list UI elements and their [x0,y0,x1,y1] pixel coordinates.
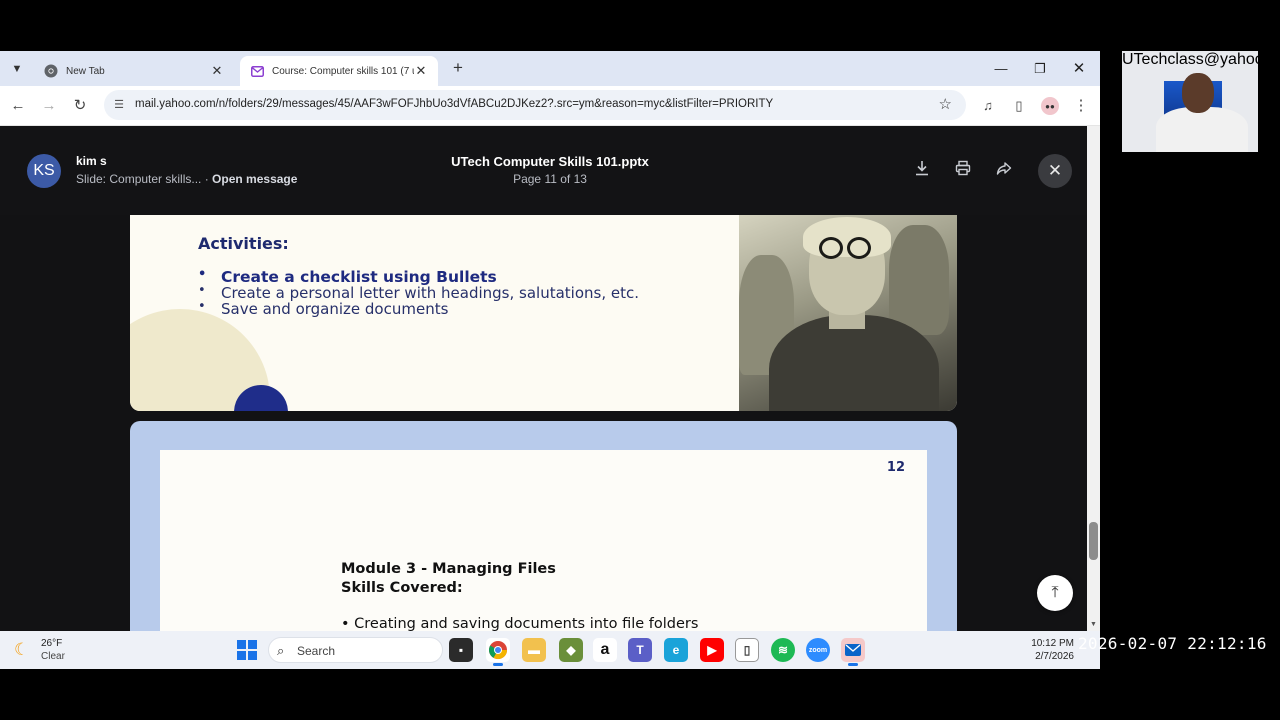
print-icon[interactable] [952,160,974,182]
slide-12-content: 12 Module 3 - Managing Files Skills Cove… [160,450,927,631]
clock-time[interactable]: 10:12 PM [1018,638,1074,649]
reload-icon[interactable]: ↻ [69,95,91,117]
tab-close-icon[interactable]: ✕ [414,63,428,79]
page-indicator: Page 11 of 13 [513,172,587,186]
restore-icon[interactable]: ❐ [1029,58,1051,80]
youtube-icon[interactable]: ▶ [700,638,724,662]
moon-weather-icon[interactable]: ☾ [14,640,34,660]
recording-timestamp: 2026-02-07 22:12:16 [1078,634,1267,653]
window-close-icon[interactable]: ✕ [1068,58,1090,80]
list-item: Create a personal letter with headings, … [198,283,678,301]
tab-close-icon[interactable]: ✕ [210,63,224,79]
scroll-to-top-button[interactable]: ⤒ [1037,575,1073,611]
document-app-icon[interactable]: ▯ [735,638,759,662]
task-view-icon[interactable]: ▪ [449,638,473,662]
weather-temperature[interactable]: 26°F [41,638,62,649]
search-icon: ⌕ [277,643,285,658]
browser-window: ▼ New Tab ✕ Course: Computer skills 101 … [0,51,1100,631]
screen: ▼ New Tab ✕ Course: Computer skills 101 … [0,0,1280,720]
sender-name: kim s [76,154,107,168]
taskbar-search[interactable]: ⌕ Search [268,637,443,663]
scroll-down-arrow-icon[interactable]: ▼ [1088,620,1099,630]
slide-photo-woman-with-glasses [739,215,957,411]
list-item: Create a checklist using Bullets [198,267,678,285]
weather-condition[interactable]: Clear [41,651,65,662]
close-viewer-button[interactable]: ✕ [1038,154,1072,188]
side-panel-icon[interactable]: ▯ [1008,95,1030,117]
tab-new-tab[interactable]: New Tab ✕ [34,56,234,86]
start-button[interactable] [237,640,257,660]
store-app-icon[interactable]: ◆ [559,638,583,662]
chrome-taskbar-icon[interactable] [486,638,510,666]
bookmark-star-icon[interactable]: ☆ [939,95,952,113]
spotify-icon[interactable]: ≋ [771,638,795,662]
tab-title: Course: Computer skills 101 (7 unr [272,65,414,77]
tab-course-mail[interactable]: Course: Computer skills 101 (7 unr ✕ [240,56,438,86]
mail-icon [250,64,264,78]
tab-title: New Tab [66,65,105,77]
attachment-subline: Slide: Computer skills... · Open message [76,172,297,186]
tab-search-dropdown-icon[interactable]: ▼ [6,58,28,80]
profile-avatar-icon[interactable]: ●● [1041,97,1059,115]
forward-arrow-icon[interactable]: → [38,95,60,117]
address-toolbar: ← → ↻ ☰ mail.yahoo.com/n/folders/29/mess… [0,86,1100,126]
site-settings-icon[interactable]: ☰ [112,98,126,112]
sender-avatar: KS [27,154,61,188]
scrollbar-thumb[interactable] [1089,522,1098,560]
windows-taskbar: ☾ 26°F Clear ⌕ Search ▪ ▬ ◆ a T e ▶ ▯ ≋ … [0,631,1100,669]
outlook-icon[interactable] [841,638,865,666]
open-message-link[interactable]: Open message [212,172,297,186]
clock-date[interactable]: 2/7/2026 [1018,651,1074,662]
forward-share-icon[interactable] [993,160,1015,182]
attachment-viewer: Activities: Create a checklist using Bul… [0,126,1100,631]
webcam-label: UTechclass@yahoo.com [1122,51,1280,68]
module-title: Module 3 - Managing Files Skills Covered… [341,560,556,598]
chrome-icon [44,64,58,78]
slide-12: 12 Module 3 - Managing Files Skills Cove… [130,421,957,631]
url-text: mail.yahoo.com/n/folders/29/messages/45/… [135,98,774,110]
file-explorer-icon[interactable]: ▬ [522,638,546,662]
viewer-header: KS kim s Slide: Computer skills... · Ope… [0,126,1087,215]
address-bar[interactable]: ☰ mail.yahoo.com/n/folders/29/messages/4… [104,90,966,120]
attachment-name: Slide: Computer skills... · [76,172,213,186]
download-icon[interactable] [911,160,933,182]
back-arrow-icon[interactable]: ← [7,95,29,117]
slide-heading: Activities: [198,234,289,253]
media-controls-icon[interactable]: ♫ [977,95,999,117]
tab-bar: ▼ New Tab ✕ Course: Computer skills 101 … [0,51,1100,86]
module-skill-item: • Creating and saving documents into fil… [341,616,699,631]
more-menu-icon[interactable]: ⋮ [1070,95,1092,117]
amazon-icon[interactable]: a [593,638,617,662]
new-tab-button[interactable]: + [448,58,468,78]
document-title: UTech Computer Skills 101.pptx [451,154,649,169]
list-item: Save and organize documents [198,299,678,317]
teams-icon[interactable]: T [628,638,652,662]
module-title-line: Module 3 - Managing Files [341,561,556,577]
slide-11: Activities: Create a checklist using Bul… [130,215,957,411]
activity-list: Create a checklist using Bullets Create … [198,267,678,317]
slide-page-number: 12 [886,460,905,475]
edge-icon[interactable]: e [664,638,688,662]
zoom-icon[interactable]: zoom [806,638,830,662]
minimize-icon[interactable]: — [990,58,1012,80]
search-label: Search [297,644,336,658]
module-subtitle-line: Skills Covered: [341,580,463,596]
